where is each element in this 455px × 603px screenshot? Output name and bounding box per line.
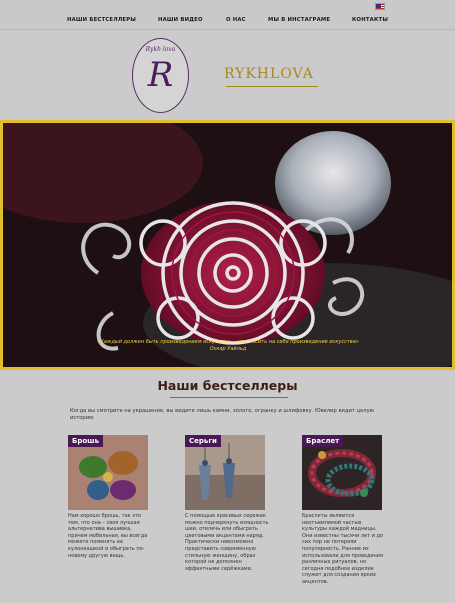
logo-letter: R <box>147 55 174 95</box>
hero-quote: «Каждый должен быть произведением искусс… <box>63 339 393 353</box>
nav-link-about[interactable]: О НАС <box>226 17 246 23</box>
top-navigation-bar: НАШИ БЕСТСЕЛЛЕРЫ НАШИ ВИДЕО О НАС МЫ В И… <box>0 0 455 30</box>
bestsellers-intro: Когда вы смотрите на украшение, вы видит… <box>70 408 375 421</box>
brand-wordmark[interactable]: RYKHLOVA <box>224 66 314 82</box>
card-text-earrings: С помощью красивых сережек можно подчерк… <box>185 513 269 572</box>
logo-emblem[interactable]: Rykh lova R <box>132 38 189 113</box>
card-label-brooch[interactable]: Брошь <box>68 435 104 447</box>
nav-link-instagram[interactable]: МЫ В ИНСТАГРАМЕ <box>268 17 330 23</box>
card-label-bracelet[interactable]: Браслет <box>302 435 344 447</box>
brand-underline <box>226 86 318 87</box>
us-flag-icon[interactable] <box>375 3 385 10</box>
hero-quote-author: Оскар Уайльд <box>209 346 247 352</box>
hero-quote-text: «Каждый должен быть произведением искусс… <box>97 339 359 345</box>
hero-banner: «Каждый должен быть произведением искусс… <box>0 120 455 370</box>
nav-link-bestsellers[interactable]: НАШИ БЕСТСЕЛЛЕРЫ <box>67 17 136 23</box>
flag-canton <box>376 4 381 8</box>
title-underline <box>170 397 288 398</box>
site-header: Rykh lova R RYKHLOVA <box>0 30 455 120</box>
card-label-earrings[interactable]: Серьги <box>185 435 221 447</box>
logo-script-text: Rykh lova <box>145 46 176 53</box>
card-text-bracelet: Браслеты являются неотъемлемой частью ку… <box>302 513 384 585</box>
hero-brooch-image <box>3 123 452 367</box>
nav-link-contacts[interactable]: КОНТАКТЫ <box>352 17 388 23</box>
bestsellers-title: Наши бестселлеры <box>157 378 298 393</box>
main-nav: НАШИ БЕСТСЕЛЛЕРЫ НАШИ ВИДЕО О НАС МЫ В И… <box>0 17 455 29</box>
nav-link-videos[interactable]: НАШИ ВИДЕО <box>158 17 203 23</box>
card-text-brooch: Нам хорошо брошь, так это тем, что она –… <box>68 513 148 559</box>
